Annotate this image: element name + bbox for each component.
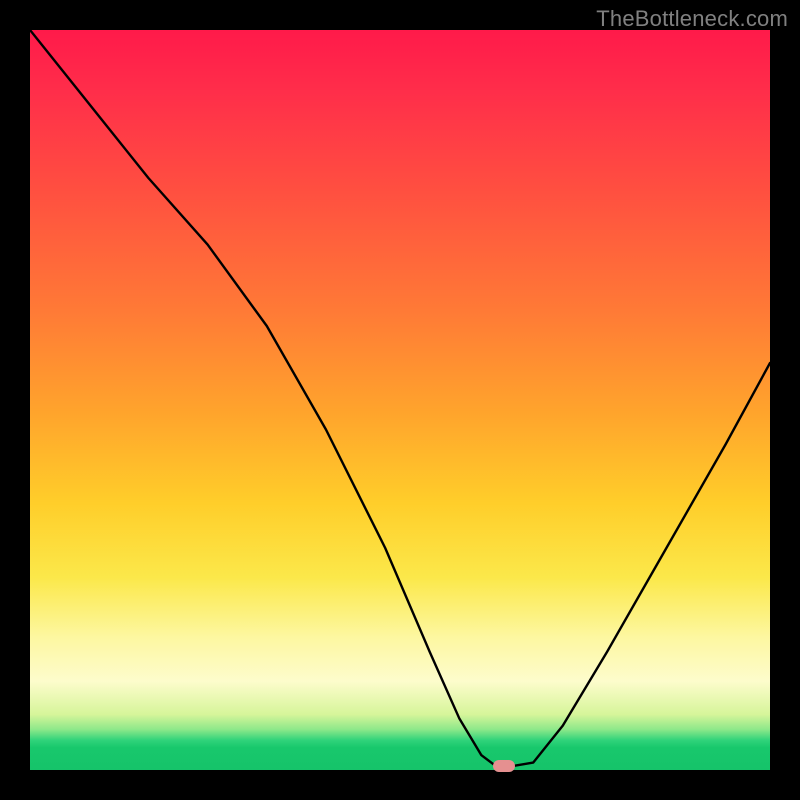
plot-area <box>30 30 770 770</box>
watermark-text: TheBottleneck.com <box>596 6 788 32</box>
chart-frame: TheBottleneck.com <box>0 0 800 800</box>
optimal-marker <box>493 760 515 772</box>
bottleneck-curve <box>30 30 770 770</box>
